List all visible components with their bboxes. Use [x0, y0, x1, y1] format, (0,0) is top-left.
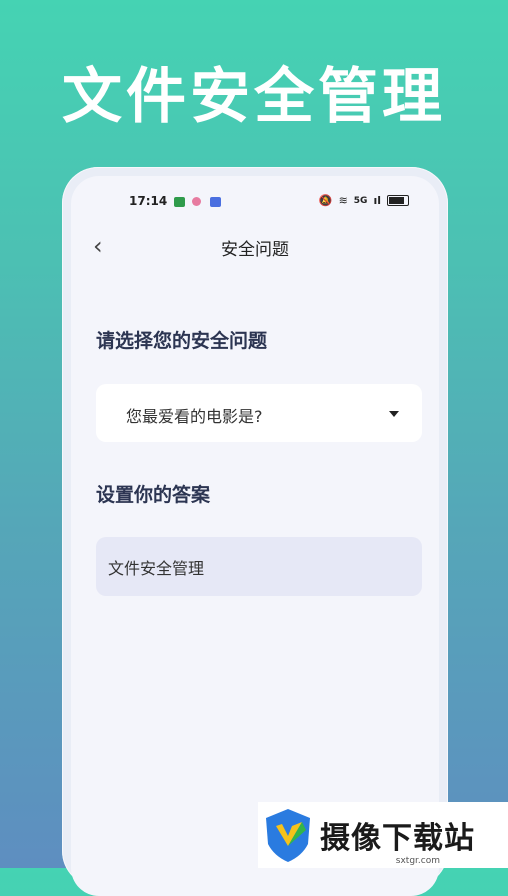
watermark: 摄像下载站 sxtgr.com	[258, 802, 508, 868]
gallery-notification-icon	[210, 197, 221, 207]
network-label: 5G	[353, 195, 368, 206]
status-bar: 17:14 🔕 ≋ 5G ıl	[71, 194, 439, 214]
battery-icon	[387, 195, 409, 206]
answer-label: 设置你的答案	[96, 484, 211, 506]
photo-notification-icon	[192, 197, 201, 206]
question-label: 请选择您的安全问题	[96, 330, 268, 352]
app-screen: 17:14 🔕 ≋ 5G ıl ‹ 安全问题 请选择您的安全问题 您最爱看的电影…	[71, 176, 439, 896]
phone-frame: 17:14 🔕 ≋ 5G ıl ‹ 安全问题 请选择您的安全问题 您最爱看的电影…	[62, 167, 448, 896]
mute-icon: 🔕	[318, 194, 333, 207]
page-title: 安全问题	[221, 240, 289, 260]
question-select[interactable]: 您最爱看的电影是?	[96, 384, 422, 442]
wifi-icon: ≋	[338, 194, 348, 207]
banner-title: 文件安全管理	[62, 62, 446, 132]
status-right: 🔕 ≋ 5G ıl	[319, 194, 409, 207]
answer-input[interactable]	[96, 537, 422, 596]
status-time: 17:14	[129, 194, 168, 208]
signal-icon: ıl	[373, 194, 381, 207]
watermark-text: 摄像下载站	[320, 821, 475, 856]
question-selected-value: 您最爱看的电影是?	[126, 407, 263, 426]
app-notification-icon	[174, 197, 185, 207]
caret-down-icon	[389, 411, 399, 417]
watermark-url: sxtgr.com	[395, 856, 440, 866]
watermark-logo-icon	[266, 809, 310, 862]
nav-bar: ‹ 安全问题	[71, 232, 439, 262]
